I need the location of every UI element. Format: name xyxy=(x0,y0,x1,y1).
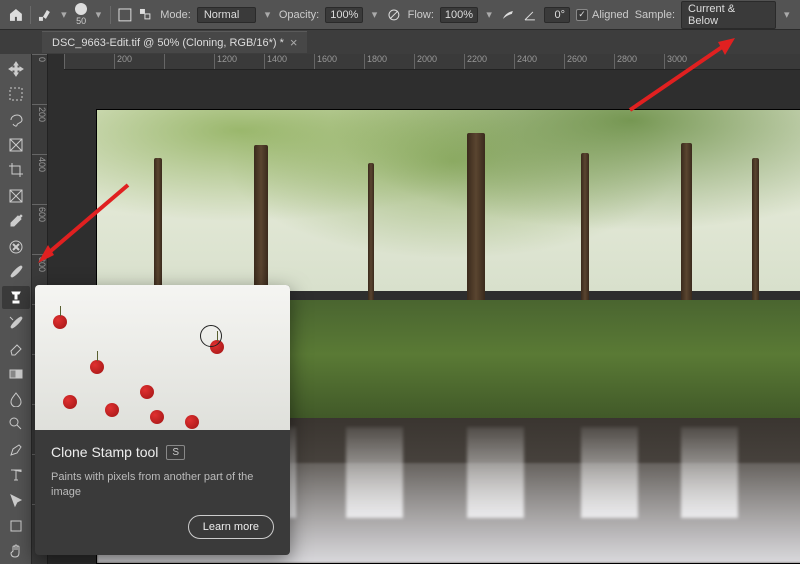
blur-tool[interactable] xyxy=(2,387,30,410)
tooltip-shortcut: S xyxy=(166,445,185,460)
clone-source-icon[interactable] xyxy=(138,6,154,24)
document-tab[interactable]: DSC_9663-Edit.tif @ 50% (Cloning, RGB/16… xyxy=(42,31,307,53)
chevron-down-icon[interactable]: ▾ xyxy=(369,8,380,22)
flow-label: Flow: xyxy=(408,9,434,21)
mode-select[interactable]: Normal xyxy=(197,7,256,23)
sample-label: Sample: xyxy=(635,9,675,21)
history-brush-tool[interactable] xyxy=(2,311,30,334)
tab-bar: DSC_9663-Edit.tif @ 50% (Cloning, RGB/16… xyxy=(0,30,800,54)
chevron-down-icon[interactable]: ▾ xyxy=(782,8,793,22)
mode-label: Mode: xyxy=(160,9,191,21)
shape-tool[interactable] xyxy=(2,514,30,537)
aligned-checkbox[interactable]: Aligned xyxy=(576,9,629,21)
close-icon[interactable]: × xyxy=(290,36,298,49)
ruler-horizontal: 2001200140016001800200022002400260028003… xyxy=(64,54,800,70)
chevron-down-icon[interactable]: ▾ xyxy=(484,8,495,22)
flow-input[interactable]: 100% xyxy=(440,7,478,23)
airbrush-icon[interactable] xyxy=(500,6,516,24)
lasso-tool[interactable] xyxy=(2,108,30,131)
checkbox-icon xyxy=(576,9,588,21)
tool-tooltip: Clone Stamp tool S Paints with pixels fr… xyxy=(35,285,290,555)
frame2-tool[interactable] xyxy=(2,184,30,207)
frame-tool[interactable] xyxy=(2,133,30,156)
clone-cursor-icon xyxy=(200,325,222,347)
chevron-down-icon[interactable]: ▾ xyxy=(59,8,70,22)
eraser-tool[interactable] xyxy=(2,336,30,359)
path-select-tool[interactable] xyxy=(2,489,30,512)
hand-tool[interactable] xyxy=(2,540,30,563)
tab-title: DSC_9663-Edit.tif @ 50% (Cloning, RGB/16… xyxy=(52,37,284,49)
marquee-tool[interactable] xyxy=(2,82,30,105)
dodge-tool[interactable] xyxy=(2,413,30,436)
clone-stamp-tool[interactable] xyxy=(2,286,30,309)
angle-input[interactable]: 0° xyxy=(544,7,570,23)
chevron-down-icon[interactable]: ▾ xyxy=(93,8,104,22)
opacity-input[interactable]: 100% xyxy=(325,7,363,23)
brush-tool[interactable] xyxy=(2,260,30,283)
tooltip-description: Paints with pixels from another part of … xyxy=(51,470,274,501)
tooltip-preview xyxy=(35,285,290,430)
healing-brush-tool[interactable] xyxy=(2,235,30,258)
crop-tool[interactable] xyxy=(2,159,30,182)
opacity-label: Opacity: xyxy=(279,9,319,21)
pen-tool[interactable] xyxy=(2,438,30,461)
learn-more-button[interactable]: Learn more xyxy=(188,515,274,539)
eyedropper-tool[interactable] xyxy=(2,209,30,232)
brush-panel-icon[interactable] xyxy=(117,6,133,24)
move-tool[interactable] xyxy=(2,57,30,80)
brush-preview[interactable]: 50 xyxy=(75,3,87,26)
home-icon[interactable] xyxy=(8,6,24,24)
tools-panel xyxy=(0,54,32,564)
aligned-label: Aligned xyxy=(592,9,629,21)
type-tool[interactable] xyxy=(2,464,30,487)
angle-icon[interactable] xyxy=(522,6,538,24)
tooltip-title: Clone Stamp tool xyxy=(51,444,158,460)
options-bar: ▾ 50 ▾ Mode: Normal ▾ Opacity: 100% ▾ Fl… xyxy=(0,0,800,30)
tool-preset-icon[interactable] xyxy=(37,6,53,24)
gradient-tool[interactable] xyxy=(2,362,30,385)
pressure-opacity-icon[interactable] xyxy=(386,6,402,24)
chevron-down-icon[interactable]: ▾ xyxy=(262,8,273,22)
sample-select[interactable]: Current & Below xyxy=(681,1,775,29)
